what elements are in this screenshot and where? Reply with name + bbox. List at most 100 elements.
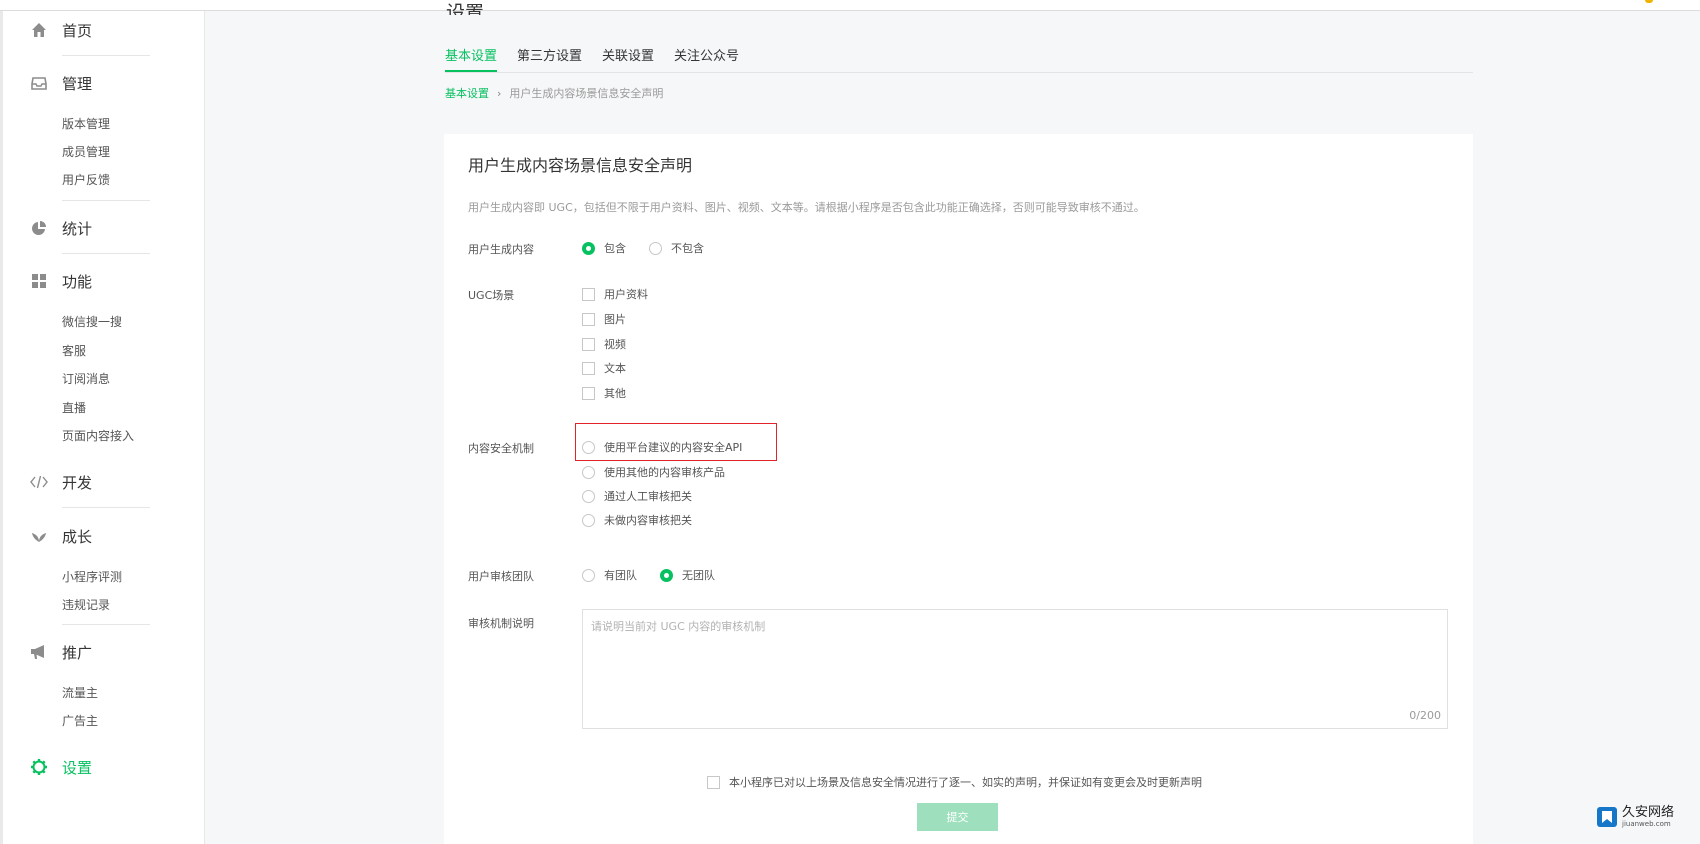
sidebar-subitem-search[interactable]: 微信搜一搜: [62, 313, 122, 330]
sidebar-item-label: 设置: [62, 758, 93, 777]
radio-checked[interactable]: [660, 568, 673, 582]
sidebar-edge: [0, 11, 3, 844]
agree-label: 本小程序已对以上场景及信息安全情况进行了逐一、如实的声明，并保证如有变更会及时更…: [729, 776, 1202, 789]
option-label: 文本: [604, 362, 626, 375]
option-label: 使用其他的内容审核产品: [604, 466, 725, 479]
sidebar-subitem-review[interactable]: 小程序评测: [62, 568, 122, 585]
grid-icon: [30, 272, 48, 290]
divider: [62, 624, 150, 625]
team-has-radio[interactable]: 有团队: [582, 567, 637, 583]
review-textarea[interactable]: 请说明当前对 UGC 内容的审核机制 0/200: [582, 609, 1448, 729]
sidebar-subitem-live[interactable]: 直播: [62, 399, 86, 416]
radio-unchecked[interactable]: [582, 568, 595, 582]
sidebar-subitem-subscribe[interactable]: 订阅消息: [62, 370, 110, 387]
sidebar-item-promo[interactable]: 推广: [30, 640, 92, 664]
sidebar-item-label: 推广: [62, 643, 93, 662]
mechanism-other-product-radio[interactable]: 使用其他的内容审核产品: [582, 464, 725, 480]
option-label: 其他: [604, 387, 626, 400]
tab-third-party[interactable]: 第三方设置: [517, 45, 582, 72]
card-title: 用户生成内容场景信息安全声明: [468, 156, 693, 175]
option-label: 通过人工审核把关: [604, 490, 692, 503]
megaphone-icon: [30, 643, 48, 661]
radio-unchecked[interactable]: [582, 489, 595, 503]
sidebar-item-label: 管理: [62, 74, 93, 93]
sidebar-subitem-members[interactable]: 成员管理: [62, 143, 110, 160]
inbox-icon: [30, 74, 48, 92]
divider: [62, 507, 150, 508]
checkbox[interactable]: [582, 337, 595, 351]
option-label: 包含: [604, 242, 626, 255]
sidebar-item-features[interactable]: 功能: [30, 269, 92, 293]
review-placeholder: 请说明当前对 UGC 内容的审核机制: [591, 620, 766, 633]
watermark-logo-icon: [1596, 806, 1618, 828]
scene-text-checkbox[interactable]: 文本: [582, 360, 626, 376]
checkbox[interactable]: [582, 361, 595, 375]
radio-checked[interactable]: [582, 241, 595, 255]
scene-video-checkbox[interactable]: 视频: [582, 336, 626, 352]
checkbox[interactable]: [582, 312, 595, 326]
ugc-include-radio[interactable]: 包含: [582, 240, 626, 256]
submit-button[interactable]: 提交: [917, 803, 998, 831]
breadcrumb-current: 用户生成内容场景信息安全声明: [509, 87, 664, 100]
watermark-url: jiuanweb.com: [1622, 820, 1671, 828]
option-label: 未做内容审核把关: [604, 514, 692, 527]
sidebar-item-settings[interactable]: 设置: [30, 755, 92, 779]
tab-bar: 基本设置 第三方设置 关联设置 关注公众号: [445, 45, 1473, 73]
pie-chart-icon: [30, 219, 48, 237]
tab-association[interactable]: 关联设置: [602, 45, 654, 72]
sidebar-item-label: 首页: [62, 21, 93, 40]
sidebar-subitem-advertiser[interactable]: 广告主: [62, 712, 98, 729]
mechanism-none-radio[interactable]: 未做内容审核把关: [582, 512, 692, 528]
agree-row[interactable]: 本小程序已对以上场景及信息安全情况进行了逐一、如实的声明，并保证如有变更会及时更…: [707, 774, 1202, 790]
tab-follow-official[interactable]: 关注公众号: [674, 45, 739, 72]
sidebar-item-home[interactable]: 首页: [30, 18, 92, 42]
ugc-exclude-radio[interactable]: 不包含: [649, 240, 704, 256]
ugc-label: 用户生成内容: [468, 243, 534, 256]
option-label: 无团队: [682, 569, 715, 582]
page-title: 设置: [446, 2, 485, 15]
breadcrumb-root[interactable]: 基本设置: [445, 85, 489, 101]
radio-unchecked[interactable]: [582, 513, 595, 527]
sidebar-item-stats[interactable]: 统计: [30, 216, 92, 240]
radio-unchecked[interactable]: [582, 465, 595, 479]
sidebar-subitem-traffic[interactable]: 流量主: [62, 684, 98, 701]
team-label: 用户审核团队: [468, 570, 534, 583]
mechanism-manual-radio[interactable]: 通过人工审核把关: [582, 488, 692, 504]
tab-basic-settings[interactable]: 基本设置: [445, 45, 498, 72]
option-label: 用户资料: [604, 288, 648, 301]
review-label: 审核机制说明: [468, 617, 534, 630]
scene-user-profile-checkbox[interactable]: 用户资料: [582, 286, 648, 302]
scene-other-checkbox[interactable]: 其他: [582, 385, 626, 401]
option-label: 不包含: [671, 242, 704, 255]
watermark-title: 久安网络: [1622, 805, 1675, 820]
divider: [62, 253, 150, 254]
sidebar-item-label: 成长: [62, 527, 93, 546]
sidebar-subitem-feedback[interactable]: 用户反馈: [62, 171, 110, 188]
agree-checkbox[interactable]: [707, 775, 720, 789]
scenes-label: UGC场景: [468, 289, 515, 302]
card-description: 用户生成内容即 UGC，包括但不限于用户资料、图片、视频、文本等。请根据小程序是…: [468, 201, 1145, 214]
team-none-radio[interactable]: 无团队: [660, 567, 715, 583]
checkbox[interactable]: [582, 386, 595, 400]
leaf-icon: [30, 527, 48, 545]
option-label: 图片: [604, 313, 626, 326]
radio-unchecked[interactable]: [649, 241, 662, 255]
sidebar-subitem-service[interactable]: 客服: [62, 342, 86, 359]
sidebar-item-growth[interactable]: 成长: [30, 524, 92, 548]
sidebar-item-label: 开发: [62, 473, 93, 492]
option-label: 视频: [604, 338, 626, 351]
divider: [62, 55, 150, 56]
sidebar-item-manage[interactable]: 管理: [30, 71, 92, 95]
sidebar-subitem-violations[interactable]: 违规记录: [62, 596, 110, 613]
checkbox[interactable]: [582, 287, 595, 301]
breadcrumb-separator: ›: [497, 86, 502, 100]
annotation-highlight-box: [575, 423, 777, 461]
watermark: 久安网络 jiuanweb.com: [1596, 806, 1674, 828]
sidebar-item-dev[interactable]: 开发: [30, 470, 92, 494]
divider: [62, 200, 150, 201]
sidebar-subitem-version[interactable]: 版本管理: [62, 115, 110, 132]
code-icon: [30, 473, 48, 491]
sidebar-subitem-page-content[interactable]: 页面内容接入: [62, 427, 134, 444]
sidebar-item-label: 功能: [62, 272, 93, 291]
scene-image-checkbox[interactable]: 图片: [582, 311, 626, 327]
